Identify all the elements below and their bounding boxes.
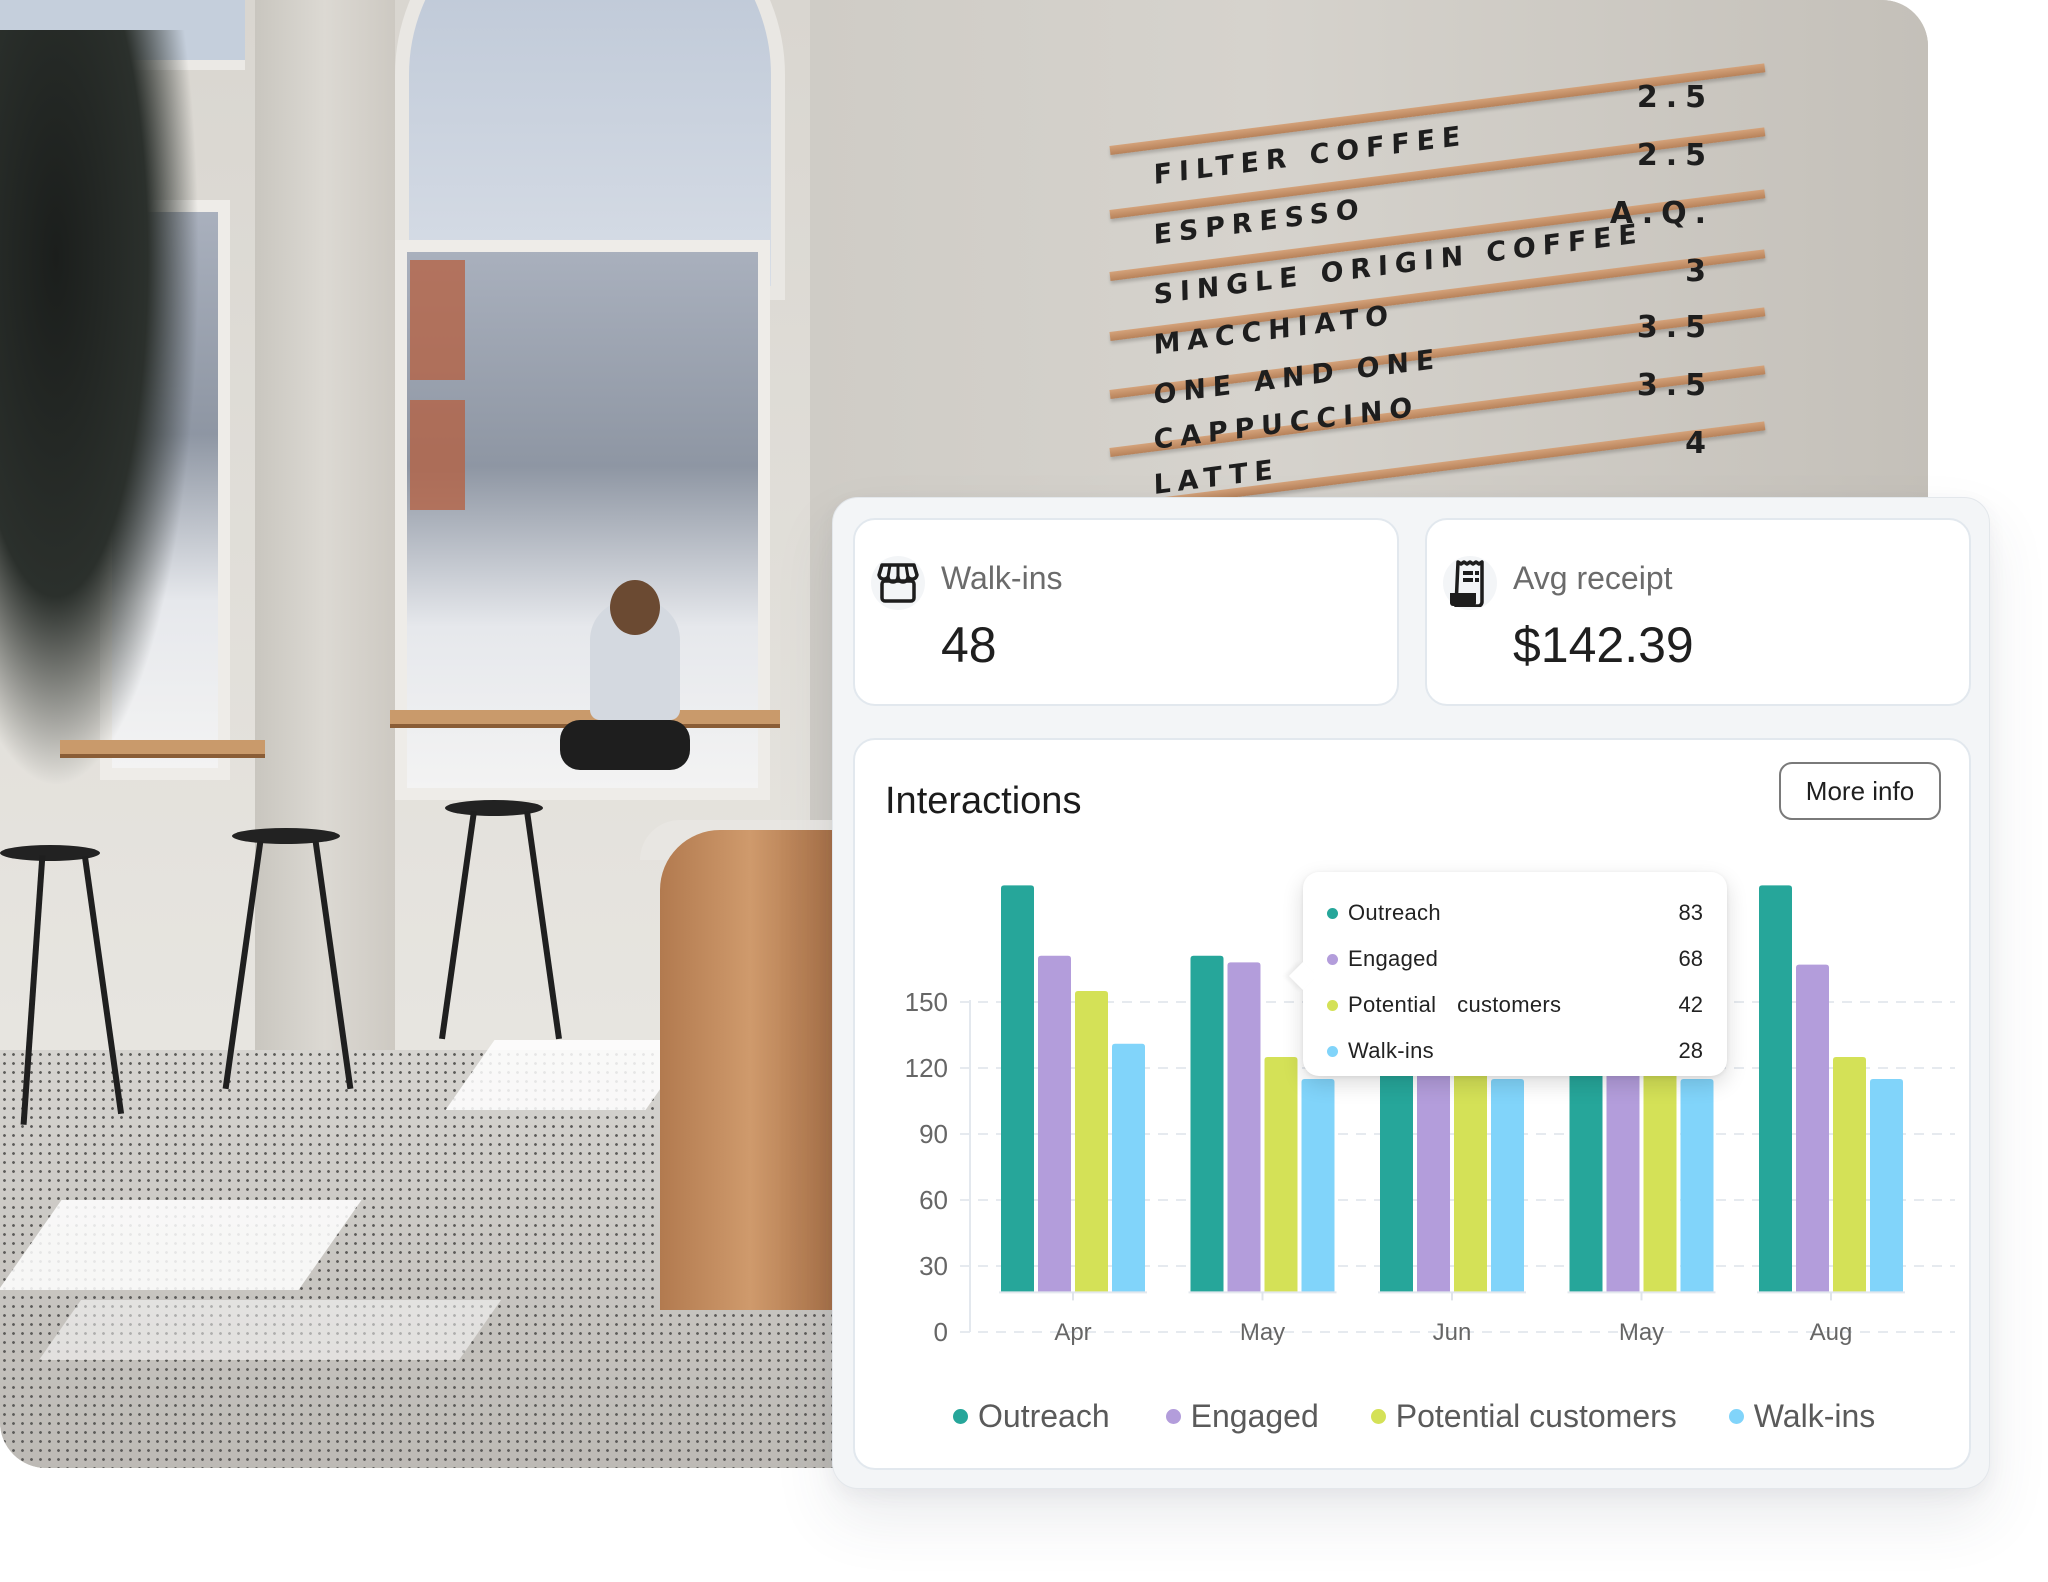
tooltip-row-engaged: Engaged 68 bbox=[1327, 936, 1703, 982]
legend-dot-icon bbox=[953, 1409, 968, 1424]
y-tick-label: 60 bbox=[919, 1185, 948, 1215]
tooltip-series-name: Potential customers bbox=[1348, 992, 1562, 1017]
menu-price: 3.5 bbox=[1636, 310, 1714, 345]
photo-brick-building bbox=[410, 400, 465, 510]
photo-counter bbox=[660, 830, 840, 1310]
menu-price: 2.5 bbox=[1636, 138, 1714, 173]
tooltip-series-value: 83 bbox=[1678, 900, 1703, 925]
bar-engaged bbox=[1038, 955, 1071, 1293]
legend-dot-icon bbox=[1165, 1409, 1181, 1424]
bar-outreach bbox=[1001, 885, 1034, 1293]
x-tick-label: Jun bbox=[1433, 1319, 1472, 1346]
bar-potential-customers bbox=[1264, 1057, 1298, 1293]
tooltip-row-walkins: Walk-ins 28 bbox=[1327, 1028, 1703, 1074]
bar-walk-ins bbox=[1491, 1079, 1524, 1293]
y-tick-label: 120 bbox=[905, 1053, 948, 1083]
bar-outreach bbox=[1759, 885, 1792, 1293]
legend-item-outreach[interactable]: Outreach bbox=[953, 1398, 1110, 1435]
avg-receipt-value: $142.39 bbox=[1513, 617, 1694, 673]
y-tick-label: 150 bbox=[905, 987, 948, 1017]
bar-engaged bbox=[1227, 962, 1261, 1293]
bar-outreach bbox=[1190, 955, 1224, 1293]
legend-dot-icon bbox=[1370, 1409, 1386, 1424]
avg-receipt-label: Avg receipt bbox=[1513, 560, 1673, 596]
legend-label: Potential customers bbox=[1395, 1398, 1677, 1434]
bar-potential-customers bbox=[1833, 1057, 1866, 1293]
bar-walk-ins bbox=[1301, 1079, 1335, 1293]
y-tick-label: 90 bbox=[919, 1119, 948, 1149]
bar-engaged bbox=[1796, 964, 1829, 1293]
tooltip-series-value: 28 bbox=[1678, 1038, 1703, 1063]
menu-item: FILTER COFFEE bbox=[1153, 120, 1468, 191]
menu-price: 4 bbox=[1685, 426, 1714, 461]
legend-dot-icon bbox=[1728, 1409, 1744, 1424]
photo-stool bbox=[232, 828, 340, 844]
receipt-icon bbox=[1443, 556, 1497, 610]
menu-item: MACCHIATO bbox=[1153, 299, 1396, 361]
walkins-stat-card: Walk-ins 48 bbox=[853, 518, 1399, 706]
tooltip-series-value: 42 bbox=[1678, 992, 1703, 1017]
x-tick-label: Aug bbox=[1810, 1319, 1853, 1346]
chart-legend: Outreach Engaged Potential customers Walk-i… bbox=[953, 1398, 1927, 1435]
walkins-dot-icon bbox=[1327, 1045, 1338, 1057]
photo-brick-building bbox=[410, 260, 465, 380]
tooltip-row-outreach: Outreach 83 bbox=[1327, 890, 1703, 936]
dashboard-panel: Walk-ins 48 Avg receipt $142.39 Interact… bbox=[832, 497, 1990, 1489]
interactions-chart-card: Interactions More info 0 30 60 90 120 150 Apr M… bbox=[853, 738, 1971, 1470]
chart-tooltip: Outreach 83 Engaged 68 Potential custome… bbox=[1303, 872, 1727, 1076]
y-tick-label: 0 bbox=[934, 1317, 948, 1347]
legend-item-walk-ins[interactable]: Walk-ins bbox=[1728, 1398, 1876, 1435]
y-tick-label: 30 bbox=[919, 1251, 948, 1281]
tooltip-series-name: Engaged bbox=[1348, 946, 1439, 971]
photo-sunlight bbox=[0, 1200, 362, 1290]
avg-receipt-stat-card: Avg receipt $142.39 bbox=[1425, 518, 1971, 706]
tooltip-row-potential-customers: Potential customers 42 bbox=[1327, 982, 1703, 1028]
menu-price: 2.5 bbox=[1636, 80, 1714, 115]
bar-walk-ins bbox=[1680, 1079, 1714, 1293]
potential-customers-dot-icon bbox=[1327, 999, 1338, 1011]
outreach-dot-icon bbox=[1327, 907, 1338, 919]
x-tick-label: May bbox=[1619, 1319, 1664, 1346]
photo-plant bbox=[0, 30, 200, 790]
legend-item-potential-customers[interactable]: Potential customers bbox=[1370, 1398, 1677, 1435]
storefront-icon bbox=[871, 556, 925, 610]
x-tick-label: May bbox=[1240, 1319, 1285, 1346]
x-tick-label: Apr bbox=[1054, 1319, 1091, 1346]
tooltip-series-name: Walk-ins bbox=[1348, 1038, 1434, 1063]
tooltip-series-name: Outreach bbox=[1348, 900, 1441, 925]
photo-table bbox=[60, 740, 265, 758]
bar-potential-customers bbox=[1643, 1046, 1677, 1293]
bar-potential-customers bbox=[1075, 991, 1108, 1293]
bar-walk-ins bbox=[1870, 1079, 1903, 1293]
legend-label: Outreach bbox=[978, 1398, 1110, 1434]
menu-price: 3.5 bbox=[1636, 368, 1714, 403]
legend-label: Engaged bbox=[1190, 1398, 1319, 1434]
menu-price: 3 bbox=[1685, 254, 1714, 289]
legend-item-engaged[interactable]: Engaged bbox=[1165, 1398, 1319, 1435]
walkins-value: 48 bbox=[941, 617, 997, 673]
walkins-label: Walk-ins bbox=[941, 560, 1063, 596]
photo-sunlight bbox=[38, 1300, 502, 1360]
menu-board: FILTER COFFEE ESPRESSO SINGLE ORIGIN COF… bbox=[1109, 60, 1770, 513]
legend-label: Walk-ins bbox=[1753, 1398, 1876, 1434]
engaged-dot-icon bbox=[1327, 953, 1338, 965]
menu-price: A.Q. bbox=[1609, 196, 1714, 231]
bar-walk-ins bbox=[1112, 1043, 1145, 1293]
tooltip-series-value: 68 bbox=[1678, 946, 1703, 971]
bar-potential-customers bbox=[1454, 1046, 1487, 1293]
